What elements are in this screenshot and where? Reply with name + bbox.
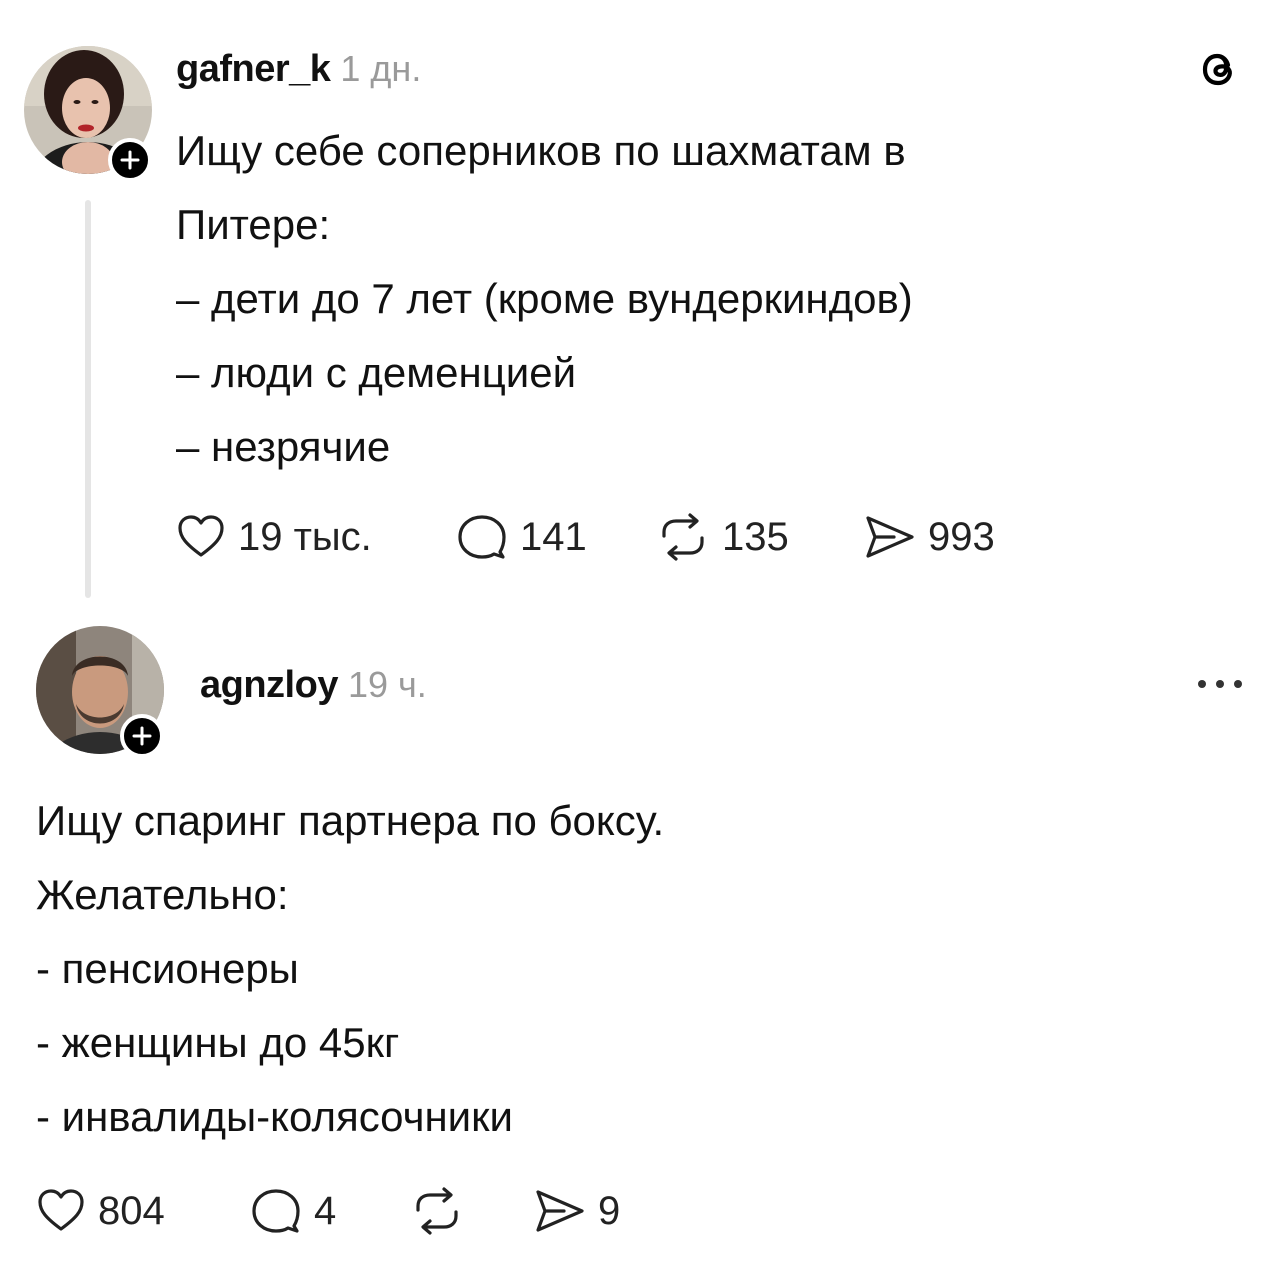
thread-line — [85, 200, 91, 598]
comment-button[interactable]: 141 — [456, 512, 587, 562]
share-count: 993 — [928, 514, 995, 559]
repost-icon — [416, 1187, 458, 1235]
post-time: 1 дн. — [340, 48, 422, 89]
post-line: Питере: — [176, 201, 331, 248]
repost-icon — [662, 513, 704, 561]
like-button[interactable]: 19 тыс. — [176, 512, 372, 562]
post-body: Ищу спаринг партнера по боксу. Желательн… — [36, 784, 664, 1154]
username[interactable]: agnzloy — [200, 664, 338, 707]
comment-button[interactable]: 4 — [250, 1186, 336, 1236]
share-count: 9 — [598, 1188, 621, 1233]
post-line: – люди с деменцией — [176, 349, 577, 396]
post-time: 19 ч. — [347, 664, 427, 705]
repost-button[interactable] — [410, 1186, 476, 1236]
like-button[interactable]: 804 — [36, 1186, 165, 1236]
share-button[interactable]: 993 — [864, 512, 995, 562]
heart-icon — [38, 1189, 84, 1231]
share-button[interactable]: 9 — [534, 1186, 620, 1236]
comment-bubble-icon — [458, 515, 506, 559]
threads-logo-icon[interactable] — [1194, 44, 1244, 94]
send-icon — [866, 516, 914, 558]
post-line: Ищу себе соперников по шахматам в — [176, 127, 906, 174]
more-options-icon[interactable] — [1196, 676, 1244, 692]
post-header: gafner_k 1 дн. — [176, 48, 421, 91]
post-line: Ищу спаринг партнера по боксу. — [36, 797, 665, 844]
comment-count: 4 — [314, 1188, 337, 1233]
repost-button[interactable]: 135 — [656, 512, 789, 562]
heart-icon — [178, 515, 224, 557]
like-count: 804 — [98, 1188, 165, 1233]
post-line: - инвалиды-колясочники — [36, 1093, 513, 1140]
send-icon — [536, 1190, 584, 1232]
like-count: 19 тыс. — [238, 514, 372, 559]
username[interactable]: gafner_k — [176, 48, 331, 91]
follow-plus-icon[interactable] — [108, 138, 152, 182]
post-body: Ищу себе соперников по шахматам в Питере… — [176, 114, 913, 484]
post-header: agnzloy 19 ч. — [200, 664, 427, 707]
comment-bubble-icon — [252, 1189, 300, 1233]
post-line: – дети до 7 лет (кроме вундеркиндов) — [176, 275, 913, 322]
follow-plus-icon[interactable] — [120, 714, 164, 758]
post-line: Желательно: — [36, 871, 289, 918]
post-line: - женщины до 45кг — [36, 1019, 400, 1066]
post-line: - пенсионеры — [36, 945, 299, 992]
comment-count: 141 — [520, 514, 587, 559]
repost-count: 135 — [722, 514, 789, 559]
post-line: – незрячие — [176, 423, 391, 470]
